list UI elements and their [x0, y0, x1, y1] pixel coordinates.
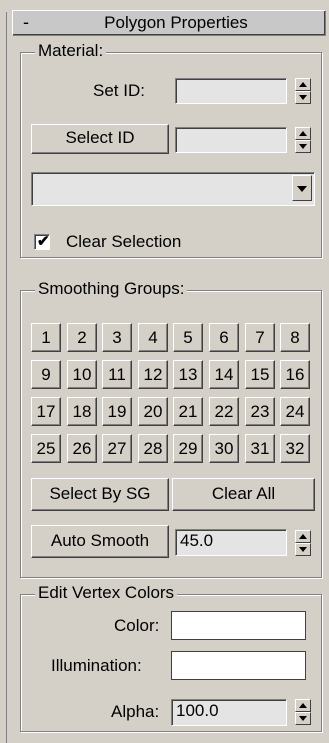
smoothing-group-button-3[interactable]: 3 — [102, 323, 132, 352]
smoothing-group-button-1[interactable]: 1 — [31, 323, 61, 352]
smoothing-group-button-15[interactable]: 15 — [245, 360, 275, 389]
smoothing-group-button-5[interactable]: 5 — [173, 323, 203, 352]
smoothing-group-button-2[interactable]: 2 — [67, 323, 97, 352]
rollout-title: Polygon Properties — [104, 13, 248, 32]
illumination-swatch[interactable] — [171, 651, 306, 680]
set-id-label: Set ID: — [93, 81, 145, 100]
select-id-spinner[interactable] — [295, 127, 311, 153]
select-by-sg-button[interactable]: Select By SG — [31, 478, 169, 511]
auto-smooth-button[interactable]: Auto Smooth — [31, 525, 169, 558]
select-id-field[interactable] — [175, 127, 287, 153]
smoothing-group-button-20[interactable]: 20 — [138, 397, 168, 426]
smoothing-group-button-26[interactable]: 26 — [67, 434, 97, 463]
set-id-field[interactable] — [175, 78, 287, 104]
smoothing-group-button-4[interactable]: 4 — [138, 323, 168, 352]
material-group-label: Material: — [35, 42, 107, 60]
auto-smooth-spinner[interactable] — [295, 530, 311, 556]
smoothing-group-button-23[interactable]: 23 — [245, 397, 275, 426]
smoothing-group-button-6[interactable]: 6 — [209, 323, 239, 352]
smoothing-group-button-16[interactable]: 16 — [280, 360, 310, 389]
smoothing-group-button-17[interactable]: 17 — [31, 397, 61, 426]
alpha-spinner[interactable] — [295, 699, 311, 725]
spinner-up-icon[interactable] — [295, 530, 311, 543]
smoothing-group-button-19[interactable]: 19 — [102, 397, 132, 426]
auto-smooth-threshold-field[interactable]: 45.0 — [175, 529, 287, 556]
material-dropdown[interactable] — [31, 172, 315, 206]
smoothing-group-button-29[interactable]: 29 — [173, 434, 203, 463]
spinner-down-icon[interactable] — [295, 91, 311, 104]
spinner-down-icon[interactable] — [295, 712, 311, 725]
smoothing-group-button-32[interactable]: 32 — [280, 434, 310, 463]
smoothing-group-button-10[interactable]: 10 — [67, 360, 97, 389]
alpha-label: Alpha: — [111, 702, 160, 721]
smoothing-group-button-14[interactable]: 14 — [209, 360, 239, 389]
smoothing-group-button-12[interactable]: 12 — [138, 360, 168, 389]
smoothing-group-button-11[interactable]: 11 — [102, 360, 132, 389]
spinner-down-icon[interactable] — [295, 543, 311, 556]
smoothing-group-label: Smoothing Groups: — [35, 280, 188, 298]
clear-selection-label[interactable]: Clear Selection — [66, 232, 181, 252]
smoothing-group-button-7[interactable]: 7 — [245, 323, 275, 352]
illumination-label: Illumination: — [51, 656, 142, 675]
smoothing-group-button-22[interactable]: 22 — [209, 397, 239, 426]
dropdown-arrow-icon[interactable] — [292, 175, 312, 201]
smoothing-group-button-25[interactable]: 25 — [31, 434, 61, 463]
vertex-colors-group-label: Edit Vertex Colors — [35, 584, 178, 602]
spinner-up-icon[interactable] — [295, 699, 311, 712]
set-id-spinner[interactable] — [295, 78, 311, 104]
smoothing-group-button-13[interactable]: 13 — [173, 360, 203, 389]
checkmark-icon: ✔ — [37, 233, 50, 250]
smoothing-group-button-24[interactable]: 24 — [280, 397, 310, 426]
rollout-bracket — [6, 12, 12, 743]
smoothing-group-button-30[interactable]: 30 — [209, 434, 239, 463]
spinner-down-icon[interactable] — [295, 140, 311, 153]
rollout-header[interactable]: - Polygon Properties — [12, 10, 326, 36]
smoothing-group-button-8[interactable]: 8 — [280, 323, 310, 352]
color-swatch[interactable] — [171, 611, 306, 640]
spinner-up-icon[interactable] — [295, 78, 311, 91]
smoothing-group-button-9[interactable]: 9 — [31, 360, 61, 389]
smoothing-group-button-28[interactable]: 28 — [138, 434, 168, 463]
clear-all-button[interactable]: Clear All — [172, 478, 315, 511]
smoothing-group-button-21[interactable]: 21 — [173, 397, 203, 426]
spinner-up-icon[interactable] — [295, 127, 311, 140]
clear-selection-checkbox[interactable]: ✔ — [34, 233, 50, 250]
smoothing-group-button-18[interactable]: 18 — [67, 397, 97, 426]
smoothing-group-button-27[interactable]: 27 — [102, 434, 132, 463]
select-id-button[interactable]: Select ID — [31, 124, 169, 154]
smoothing-group-button-31[interactable]: 31 — [245, 434, 275, 463]
color-label: Color: — [114, 616, 160, 635]
alpha-field[interactable]: 100.0 — [171, 699, 287, 726]
